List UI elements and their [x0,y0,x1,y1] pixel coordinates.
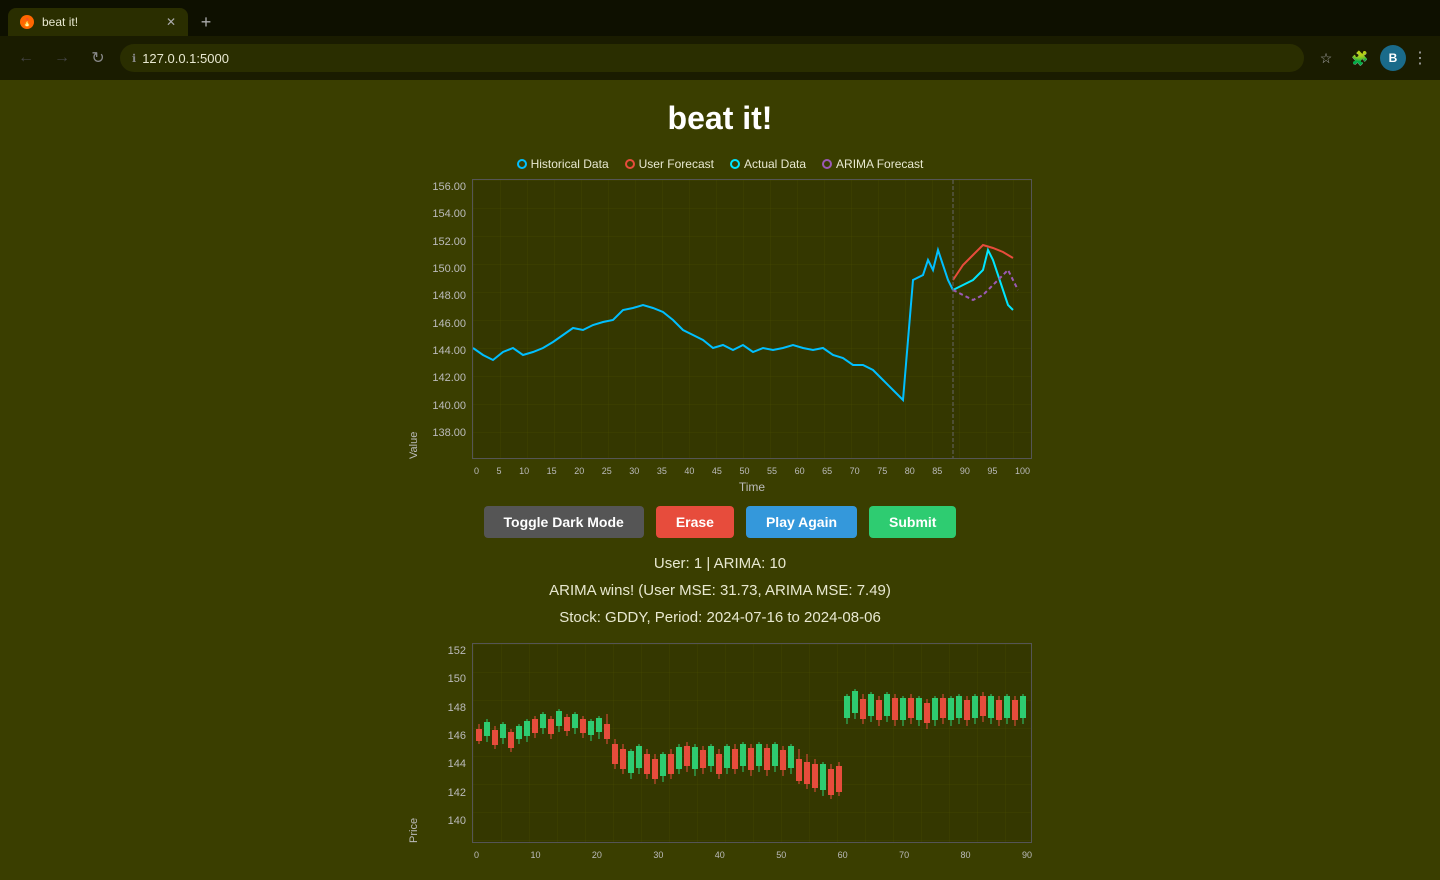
erase-button[interactable]: Erase [656,506,734,538]
nav-actions: ☆ 🧩 B ⋮ [1312,44,1428,72]
new-tab-button[interactable]: + [192,8,220,36]
toggle-dark-mode-button[interactable]: Toggle Dark Mode [484,506,644,538]
candlestick-y-axis: 152 150 148 146 144 142 140 [420,643,472,843]
forward-button[interactable]: → [48,44,76,72]
legend-label-historical: Historical Data [531,157,609,171]
profile-button[interactable]: B [1380,45,1406,71]
legend-historical: Historical Data [517,157,609,171]
x-axis: 0 5 10 15 20 25 30 35 40 45 50 55 60 65 … [472,466,1032,476]
nav-bar: ← → ↻ ℹ 127.0.0.1:5000 ☆ 🧩 B ⋮ [0,36,1440,80]
menu-button[interactable]: ⋮ [1412,48,1428,68]
legend-user-forecast: User Forecast [625,157,714,171]
submit-button[interactable]: Submit [869,506,956,538]
y-axis: 156.00 154.00 152.00 150.00 148.00 146.0… [420,179,472,459]
app-title: beat it! [668,100,773,137]
candlestick-inner: 0 10 20 30 40 50 60 70 80 90 [472,643,1032,860]
candlestick-y-axis-label: Price [408,643,420,843]
legend-label-user-forecast: User Forecast [639,157,714,171]
legend-label-arima: ARIMA Forecast [836,157,923,171]
main-chart-svg[interactable] [472,179,1032,459]
legend-dot-actual [730,159,740,169]
legend-label-actual: Actual Data [744,157,806,171]
url-text: 127.0.0.1:5000 [142,51,229,66]
browser-tab[interactable]: 🔥 beat it! ✕ [8,8,188,36]
tab-title: beat it! [42,15,78,29]
candlestick-svg [472,643,1032,843]
extension-button[interactable]: 🧩 [1346,44,1374,72]
buttons-row: Toggle Dark Mode Erase Play Again Submit [484,506,957,538]
candlestick-x-axis: 0 10 20 30 40 50 60 70 80 90 [472,850,1032,860]
legend-arima: ARIMA Forecast [822,157,923,171]
play-again-button[interactable]: Play Again [746,506,857,538]
tab-favicon: 🔥 [20,15,34,29]
legend-dot-arima [822,159,832,169]
bookmark-button[interactable]: ☆ [1312,44,1340,72]
stats-section: User: 1 | ARIMA: 10 ARIMA wins! (User MS… [549,550,891,631]
page-content: beat it! Historical Data User Forecast A… [0,80,1440,880]
y-axis-label: Value [408,179,420,459]
browser-chrome: 🔥 beat it! ✕ + ← → ↻ ℹ 127.0.0.1:5000 ☆ … [0,0,1440,80]
score-line: User: 1 | ARIMA: 10 [549,550,891,577]
main-chart-wrapper: Value 156.00 154.00 152.00 150.00 148.00… [408,179,1032,494]
main-chart-inner: 0 5 10 15 20 25 30 35 40 45 50 55 60 65 … [472,179,1032,494]
reload-button[interactable]: ↻ [84,44,112,72]
candlestick-chart-wrapper: Price 152 150 148 146 144 142 140 [408,643,1032,860]
address-bar[interactable]: ℹ 127.0.0.1:5000 [120,44,1304,72]
lock-icon: ℹ [132,52,136,65]
stock-line: Stock: GDDY, Period: 2024-07-16 to 2024-… [549,604,891,631]
legend-dot-historical [517,159,527,169]
legend-dot-user-forecast [625,159,635,169]
legend-actual: Actual Data [730,157,806,171]
chart-legend: Historical Data User Forecast Actual Dat… [517,157,924,171]
result-line: ARIMA wins! (User MSE: 31.73, ARIMA MSE:… [549,577,891,604]
tab-close-button[interactable]: ✕ [166,15,176,29]
x-axis-title: Time [472,480,1032,494]
back-button[interactable]: ← [12,44,40,72]
tab-bar: 🔥 beat it! ✕ + [0,0,1440,36]
